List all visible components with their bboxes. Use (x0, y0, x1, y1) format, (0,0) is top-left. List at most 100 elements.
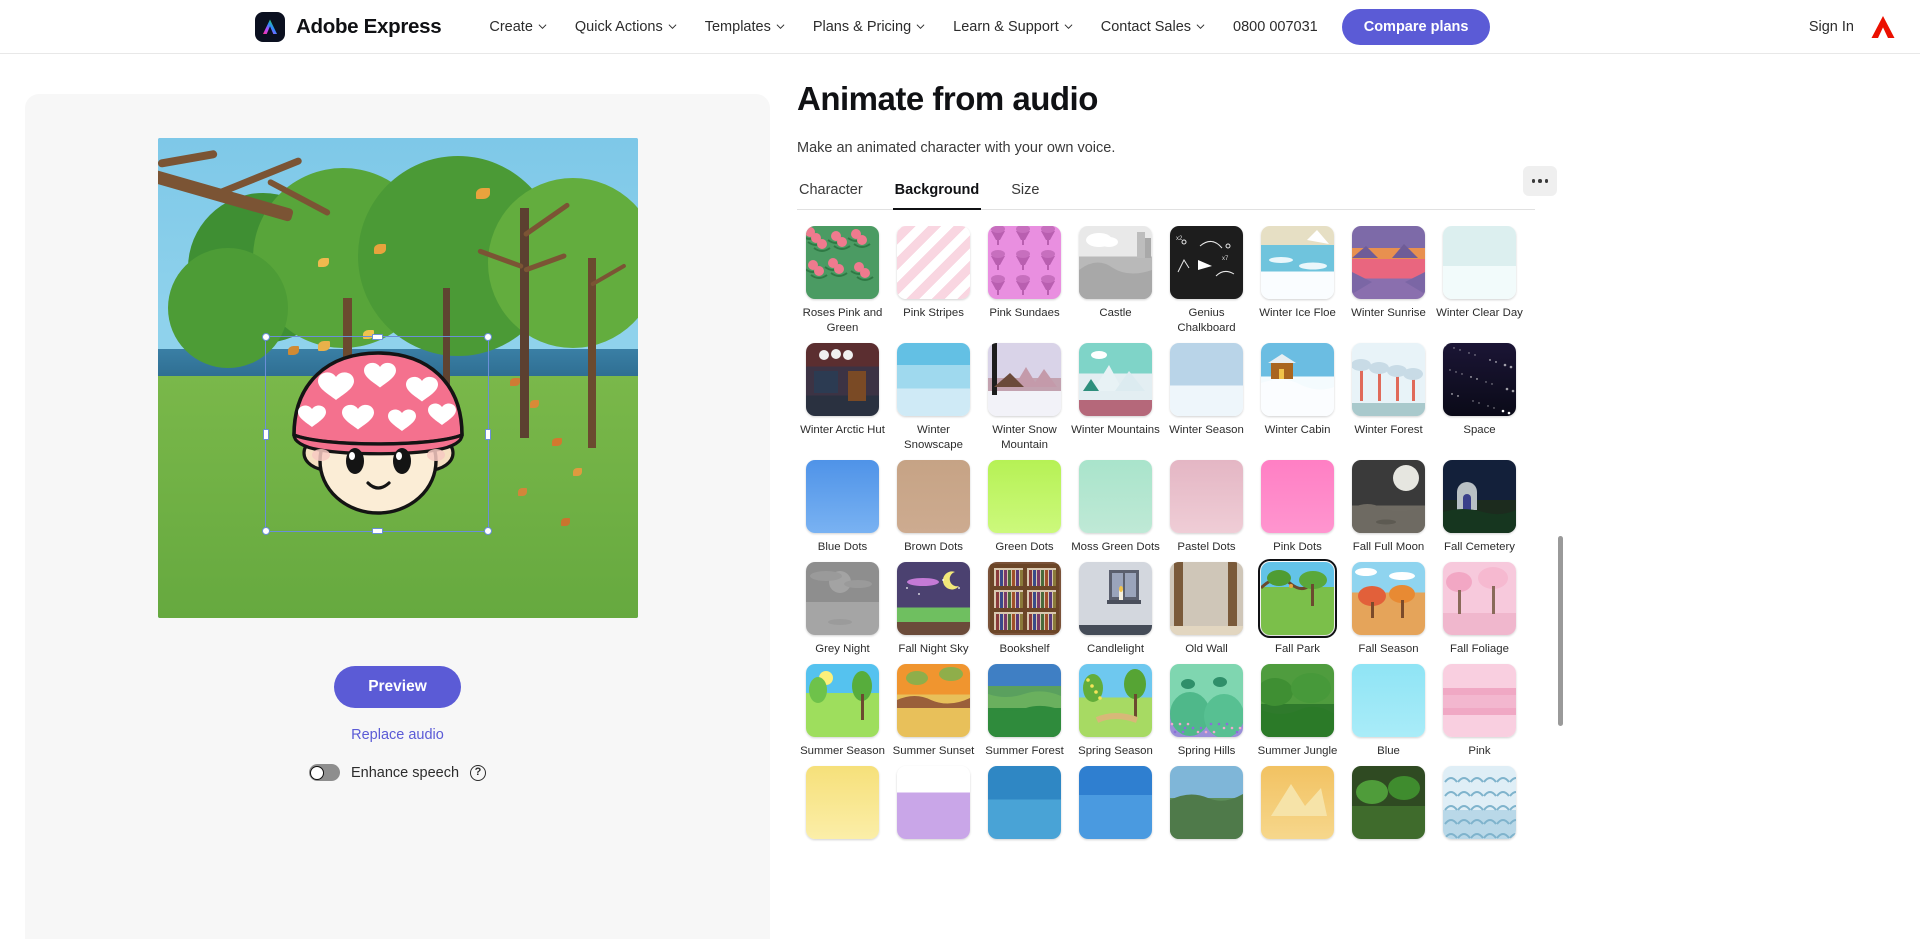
background-thumbnail[interactable]: Spring Season (1070, 664, 1161, 759)
background-thumbnail[interactable] (1434, 766, 1525, 846)
background-thumbnail[interactable]: Winter Snowscape (888, 343, 979, 453)
background-thumbnail[interactable]: Fall Night Sky (888, 562, 979, 657)
background-thumbnail[interactable]: Pink (1434, 664, 1525, 759)
scrollbar-thumb[interactable] (1558, 536, 1563, 726)
nav-item-plans-pricing[interactable]: Plans & Pricing (799, 13, 939, 41)
background-thumbnail[interactable]: Summer Jungle (1252, 664, 1343, 759)
nav-right-group: Sign In (1809, 15, 1896, 39)
background-thumbnail[interactable]: Fall Cemetery (1434, 460, 1525, 555)
background-thumbnail[interactable] (797, 766, 888, 846)
background-thumbnail-label: Brown Dots (904, 541, 963, 553)
nav-item-quick-actions[interactable]: Quick Actions (561, 13, 691, 41)
background-thumbnail[interactable] (1252, 766, 1343, 846)
resize-handle-top-right[interactable] (483, 333, 492, 341)
background-thumbnail-image (1170, 343, 1243, 416)
background-thumbnail[interactable] (1070, 766, 1161, 846)
background-thumbnail-label: Candlelight (1087, 643, 1144, 655)
background-thumbnail[interactable]: Winter Season (1161, 343, 1252, 453)
background-thumbnail-image (897, 460, 970, 533)
background-thumbnail[interactable]: Summer Forest (979, 664, 1070, 759)
toggle-knob (310, 765, 325, 780)
falling-leaf (551, 438, 562, 446)
background-thumbnail[interactable]: Bookshelf (979, 562, 1070, 657)
background-thumbnail[interactable]: Winter Clear Day (1434, 226, 1525, 336)
selection-bounding-box[interactable] (261, 333, 492, 535)
background-thumbnail[interactable] (1343, 766, 1434, 846)
background-thumbnail-label: Summer Season (800, 745, 885, 757)
background-thumbnail[interactable]: Fall Park (1252, 558, 1343, 657)
background-thumbnail[interactable]: Winter Arctic Hut (797, 343, 888, 453)
background-thumbnail[interactable]: Candlelight (1070, 562, 1161, 657)
background-thumbnail[interactable]: Fall Full Moon (1343, 460, 1434, 555)
background-thumbnail[interactable]: Winter Sunrise (1343, 226, 1434, 336)
background-thumbnail[interactable]: Moss Green Dots (1070, 460, 1161, 555)
background-thumbnail-image: x2 x7 (1170, 226, 1243, 299)
background-thumbnail-image (1170, 766, 1243, 839)
background-thumbnail[interactable]: Pink Dots (1252, 460, 1343, 555)
background-thumbnail[interactable]: Blue (1343, 664, 1434, 759)
background-thumbnail[interactable] (888, 766, 979, 846)
background-thumbnail[interactable]: Roses Pink and Green (797, 226, 888, 336)
nav-item-create[interactable]: Create (475, 13, 561, 41)
background-thumbnail[interactable]: Castle (1070, 226, 1161, 336)
background-thumbnail-label: Castle (1099, 307, 1132, 319)
background-thumbnail[interactable]: Winter Mountains (1070, 343, 1161, 453)
sign-in-link[interactable]: Sign In (1809, 19, 1854, 35)
resize-handle-bottom-left[interactable] (261, 527, 270, 535)
background-thumbnail-image (1079, 664, 1152, 737)
background-thumbnail[interactable]: Green Dots (979, 460, 1070, 555)
background-thumbnail-label: Summer Jungle (1257, 745, 1338, 757)
resize-handle-top-center[interactable] (371, 334, 383, 340)
replace-audio-link[interactable]: Replace audio (351, 727, 444, 743)
adobe-logo-icon[interactable] (1870, 15, 1896, 39)
compare-plans-button[interactable]: Compare plans (1341, 8, 1491, 45)
background-thumbnail[interactable]: Pink Sundaes (979, 226, 1070, 336)
page-body: Preview Replace audio Enhance speech ? A… (0, 54, 1920, 939)
contact-phone-number[interactable]: 0800 007031 (1233, 19, 1318, 35)
falling-leaf (572, 468, 582, 476)
background-thumbnail[interactable]: Winter Forest (1343, 343, 1434, 453)
background-thumbnail-image (897, 562, 970, 635)
background-thumbnail[interactable]: Summer Season (797, 664, 888, 759)
background-thumbnail[interactable]: Grey Night (797, 562, 888, 657)
background-thumbnail[interactable]: Pink Stripes (888, 226, 979, 336)
nav-item-contact-sales[interactable]: Contact Sales (1087, 13, 1219, 41)
background-thumbnail[interactable]: Blue Dots (797, 460, 888, 555)
background-thumbnail[interactable]: Pastel Dots (1161, 460, 1252, 555)
resize-handle-right-center[interactable] (484, 429, 491, 440)
nav-item-label: Contact Sales (1100, 18, 1192, 35)
nav-item-templates[interactable]: Templates (691, 13, 799, 41)
background-grid: Roses Pink and Green Pink Stripes Pink Su… (797, 226, 1557, 846)
background-thumbnail[interactable]: Winter Snow Mountain (979, 343, 1070, 453)
background-thumbnail[interactable]: x2 x7 Genius Chalkboard (1161, 226, 1252, 336)
tab-character[interactable]: Character (797, 176, 865, 210)
tab-size[interactable]: Size (1009, 176, 1041, 210)
animation-canvas[interactable] (157, 138, 638, 618)
background-thumbnail[interactable]: Old Wall (1161, 562, 1252, 657)
background-thumbnail[interactable]: Fall Foliage (1434, 562, 1525, 657)
question-mark-icon[interactable]: ? (470, 764, 487, 781)
background-thumbnail-image (897, 766, 970, 839)
background-thumbnail[interactable]: Brown Dots (888, 460, 979, 555)
background-thumbnail[interactable]: Space (1434, 343, 1525, 453)
background-thumbnail[interactable] (979, 766, 1070, 846)
background-thumbnail[interactable]: Winter Ice Floe (1252, 226, 1343, 336)
enhance-speech-toggle[interactable] (308, 764, 340, 781)
background-thumbnail-image (1443, 766, 1516, 839)
background-thumbnail[interactable]: Fall Season (1343, 562, 1434, 657)
brand-logo[interactable]: Adobe Express (255, 11, 442, 42)
resize-handle-bottom-center[interactable] (371, 528, 383, 534)
resize-handle-top-left[interactable] (261, 333, 270, 341)
resize-handle-left-center[interactable] (262, 429, 269, 440)
resize-handle-bottom-right[interactable] (483, 527, 492, 535)
more-options-button[interactable] (1523, 166, 1557, 196)
background-thumbnail-image (1443, 343, 1516, 416)
tab-background[interactable]: Background (892, 176, 982, 210)
background-thumbnail[interactable]: Spring Hills (1161, 664, 1252, 759)
background-thumbnail[interactable] (1161, 766, 1252, 846)
nav-item-learn-support[interactable]: Learn & Support (939, 13, 1087, 41)
background-thumbnail[interactable]: Summer Sunset (888, 664, 979, 759)
background-thumbnail[interactable]: Winter Cabin (1252, 343, 1343, 453)
preview-button[interactable]: Preview (334, 666, 461, 708)
background-grid-scroll-area[interactable]: Roses Pink and Green Pink Stripes Pink Su… (797, 226, 1577, 896)
